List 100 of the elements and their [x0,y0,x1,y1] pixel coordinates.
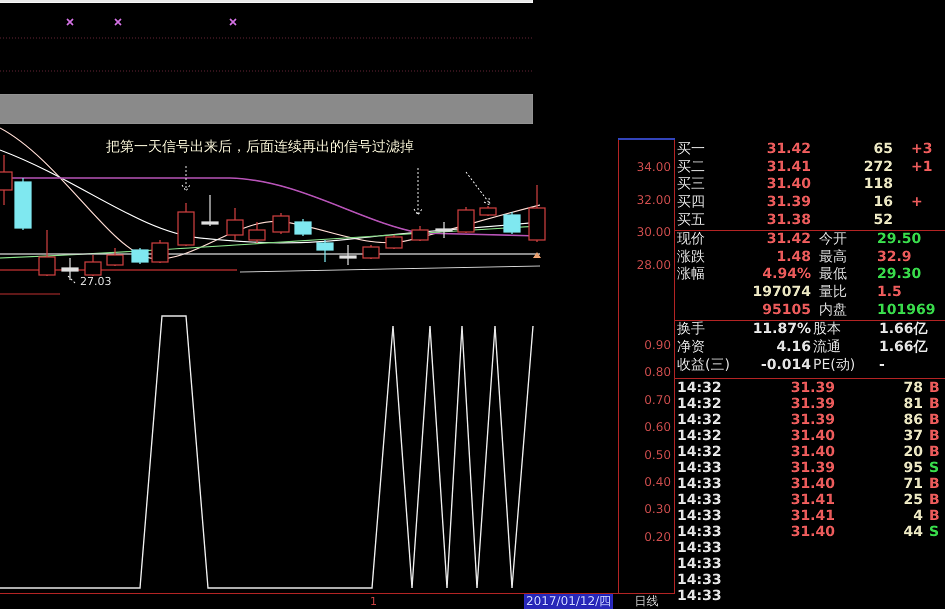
tick-price: 31.40 [790,428,835,444]
tick-price: 31.39 [790,380,835,396]
candle [226,208,244,240]
tick-side: B [929,508,940,524]
candle [339,245,357,265]
candle [14,178,32,230]
volume-change: + [911,194,923,212]
fundamental-label: 流通 [812,339,842,356]
bid-volume: 52 [872,212,893,229]
tick-time: 14:33 [676,540,723,556]
tick-time: 14:33 [676,588,723,604]
quote-value: 29.50 [876,231,922,248]
candle [435,222,453,238]
tick-time: 14:33 [676,524,723,540]
tick-volume: 37 [902,428,923,444]
indicator-axis-label: 0.90 [644,338,671,352]
signal-marker-icon [229,18,237,26]
low-price-label: 27.03 [80,275,112,288]
tick-time: 14:33 [676,508,723,524]
tick-price: 31.39 [790,396,835,412]
tick-volume: 71 [902,476,923,492]
tick-side: B [929,428,940,444]
fundamental-value: 1.66亿 [878,339,928,356]
dashed-arrow [414,168,422,216]
fundamental-label: 净资 [676,339,706,356]
candle [411,226,429,241]
bid-volume: 272 [862,158,893,176]
candle [316,240,334,262]
bid-volume: 118 [862,176,893,194]
tick-side: B [929,476,940,492]
signal-marker-icon [66,18,74,26]
candle [362,245,380,259]
cursor-date: 2017/01/12/四 [524,594,614,609]
candle [457,207,475,233]
tick-price: 31.40 [790,444,835,460]
tick-price: 31.39 [790,412,835,428]
tick-time: 14:33 [676,460,723,476]
tick-volume: 25 [902,492,923,508]
quote-label: 最高 [819,248,847,265]
time-axis-label: 1 [370,594,377,609]
bid-volume: 16 [872,194,893,212]
tick-side: S [929,524,940,540]
indicator-axis-label: 0.20 [644,530,671,544]
tick-side: B [929,396,940,412]
candle [151,240,169,263]
triangle-marker-icon [533,252,541,258]
tick-time: 14:32 [676,380,723,396]
tick-time: 14:32 [676,412,723,428]
tick-volume: 44 [902,524,923,540]
bid-volume: 65 [872,141,893,158]
candle [177,203,195,246]
tick-volume: 81 [902,396,923,412]
tick-side: B [929,380,940,396]
candle [272,213,290,234]
order-level-label: 买三 [676,176,706,194]
quote-value: 32.9 [876,248,912,266]
dashed-arrow [182,166,190,192]
quote-label: 今开 [819,231,847,248]
tick-volume: 20 [902,444,923,460]
candle [106,248,124,266]
tick-price: 31.40 [790,524,835,540]
tick-time: 14:32 [676,444,723,460]
volume-change: +1 [911,158,932,176]
volume-change: +3 [911,141,932,158]
fundamental-label: 换手 [676,321,706,338]
quote-label: 内盘 [819,302,847,318]
tick-time: 14:33 [676,492,723,508]
quote-label: 现价 [677,231,705,248]
tick-price: 31.41 [790,492,835,508]
fundamental-value: 11.87% [752,321,811,338]
tick-side: B [929,412,940,428]
tick-price: 31.39 [790,460,835,476]
indicator-axis-label: 0.30 [644,502,671,516]
tick-time: 14:33 [676,556,723,572]
indicator-axis-label: 0.70 [644,392,671,407]
chart-annotation: 把第一天信号出来后，后面连续再出的信号过滤掉 [106,138,414,156]
candle [201,195,219,226]
tick-side: S [929,460,940,476]
candle [38,230,56,276]
quote-label: 涨幅 [677,266,705,282]
fundamental-label: 收益(三) [676,357,731,374]
candle [248,222,266,243]
candle [131,248,149,264]
indicator-axis-label: 0.60 [644,420,671,434]
tick-volume: 78 [902,380,923,396]
fundamental-label: PE(动) [812,357,856,374]
quote-value: 197074 [752,284,811,302]
quote-value: 101969 [876,302,936,319]
quote-label: 涨跌 [677,248,705,265]
price-axis-label: 34.00 [636,160,671,174]
price-axis-label: 28.00 [636,258,671,272]
tick-volume: 86 [902,412,923,428]
order-level-label: 买二 [676,158,706,176]
tick-side: B [929,444,940,460]
price-axis-label: 32.00 [636,192,671,207]
bid-price: 31.39 [766,194,811,212]
quote-value: 95105 [761,302,811,319]
fundamental-value: 4.16 [775,339,811,356]
tick-time: 14:33 [676,476,723,492]
indicator-axis-label: 0.80 [644,365,671,380]
